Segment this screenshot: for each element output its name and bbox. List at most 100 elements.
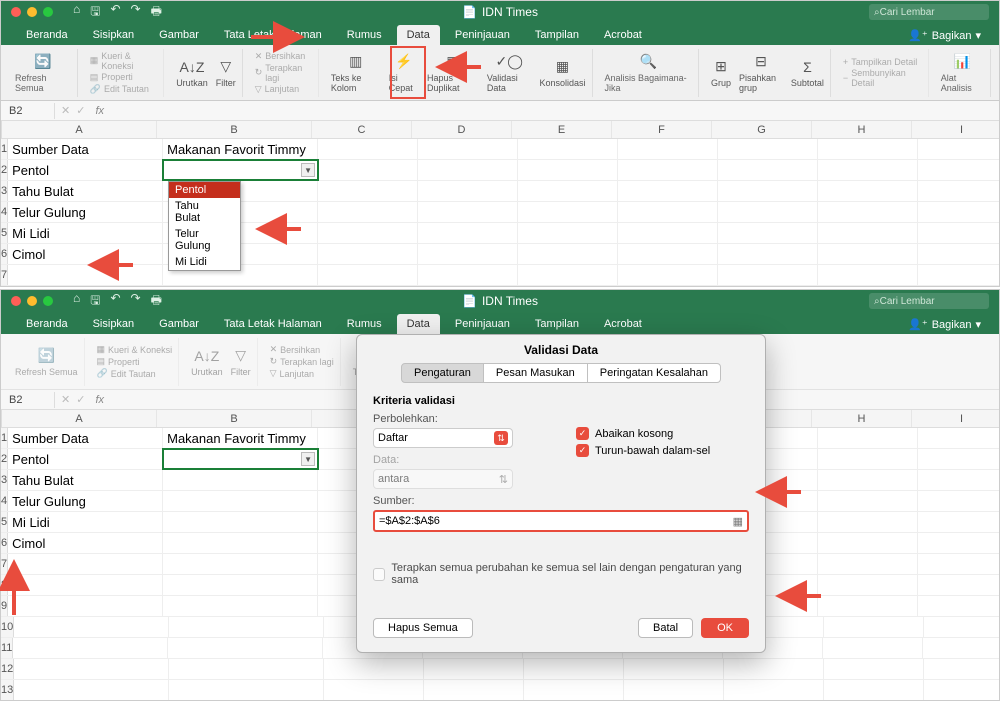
row-head[interactable]: 5 (1, 223, 8, 243)
ignore-blank-checkbox[interactable]: ✓Abaikan kosong (576, 427, 749, 440)
save-icon[interactable]: 🖫 (90, 291, 100, 312)
cell[interactable]: Mi Lidi (8, 512, 163, 532)
cell[interactable] (518, 244, 618, 264)
tab-sisipkan[interactable]: Sisipkan (83, 314, 145, 334)
cell[interactable] (8, 265, 163, 285)
col-d[interactable]: D (412, 121, 512, 138)
row-head[interactable]: 4 (1, 491, 8, 511)
window-controls[interactable] (1, 296, 53, 306)
cell[interactable]: Tahu Bulat (8, 470, 163, 490)
whatif-button[interactable]: 🔍Analisis Bagaimana-Jika (599, 49, 699, 97)
cell[interactable]: Sumber Data (8, 139, 163, 159)
tab-data[interactable]: Data (397, 25, 440, 45)
row-head[interactable]: 4 (1, 202, 8, 222)
cell[interactable] (518, 202, 618, 222)
cell[interactable] (818, 139, 918, 159)
cell[interactable] (718, 160, 818, 180)
row-head[interactable]: 2 (1, 160, 8, 180)
refresh-button[interactable]: 🔄Refresh Semua (9, 49, 78, 97)
row-head[interactable]: 11 (1, 638, 13, 658)
subtotal-button[interactable]: ΣSubtotal (791, 58, 824, 88)
tab-rumus[interactable]: Rumus (337, 314, 392, 334)
search-input[interactable]: ⌕ Cari Lembar (869, 293, 989, 309)
undo-icon[interactable]: ↶ (110, 291, 120, 312)
cell[interactable] (618, 202, 718, 222)
ungroup-button[interactable]: ⊟Pisahkan grup (739, 53, 783, 93)
tab-peringatan[interactable]: Peringatan Kesalahan (588, 363, 721, 383)
flash-fill-button[interactable]: ⚡Isi Cepat (389, 53, 419, 93)
dropdown-item[interactable]: Pentol (169, 182, 240, 198)
tab-rumus[interactable]: Rumus (337, 25, 392, 45)
col-e[interactable]: E (512, 121, 612, 138)
col-i[interactable]: I (912, 410, 999, 427)
cell[interactable] (518, 265, 618, 285)
cell[interactable] (618, 244, 718, 264)
cell[interactable] (318, 265, 418, 285)
cell[interactable]: Cimol (8, 533, 163, 553)
check-fx-icon[interactable]: ✓ (76, 393, 85, 406)
cell[interactable] (518, 139, 618, 159)
cell[interactable] (918, 244, 999, 264)
incell-dropdown-checkbox[interactable]: ✓Turun-bawah dalam-sel (576, 444, 749, 457)
search-input[interactable]: ⌕ Cari Lembar (869, 4, 989, 20)
cell[interactable] (718, 139, 818, 159)
row-head[interactable]: 3 (1, 181, 8, 201)
cell[interactable] (918, 160, 999, 180)
home-icon[interactable]: ⌂ (73, 2, 80, 23)
remove-duplicates-button[interactable]: ▦Hapus Duplikat (427, 53, 479, 93)
col-a[interactable]: A (2, 121, 157, 138)
filter-button[interactable]: ▽Filter (216, 58, 236, 88)
dropdown-item[interactable]: Telur Gulung (169, 226, 240, 254)
group-button[interactable]: ⊞Grup (711, 58, 731, 88)
close-icon[interactable] (11, 7, 21, 17)
row-head[interactable]: 8 (1, 575, 8, 595)
cell[interactable] (618, 181, 718, 201)
select-stepper-icon[interactable]: ⇅ (494, 431, 508, 445)
dropdown-arrow[interactable]: ▼ (301, 163, 315, 177)
clear-all-button[interactable]: Hapus Semua (373, 618, 473, 638)
col-f[interactable]: F (612, 121, 712, 138)
row-head[interactable]: 1 (1, 428, 8, 448)
cell[interactable] (318, 181, 418, 201)
cancel-fx-icon[interactable]: ✕ (61, 393, 70, 406)
dropdown-arrow[interactable]: ▼ (301, 452, 315, 466)
text-to-columns-button[interactable]: ▥Teks ke Kolom (331, 53, 381, 93)
dropdown-list[interactable]: Pentol Tahu Bulat Telur Gulung Mi Lidi (168, 181, 241, 271)
row-head[interactable]: 9 (1, 596, 8, 616)
tab-gambar[interactable]: Gambar (149, 314, 209, 334)
quick-access[interactable]: ⌂🖫↶↷🖶 (73, 291, 162, 312)
cell[interactable] (718, 223, 818, 243)
window-controls[interactable] (1, 7, 53, 17)
col-h[interactable]: H (812, 410, 912, 427)
cancel-button[interactable]: Batal (638, 618, 693, 638)
cell[interactable]: Mi Lidi (8, 223, 163, 243)
analysis-tools-button[interactable]: 📊Alat Analisis (935, 49, 991, 97)
row-head[interactable]: 7 (1, 554, 8, 574)
cell[interactable] (918, 139, 999, 159)
share-button[interactable]: 👤⁺Bagikan ▾ (900, 26, 989, 45)
apply-all-checkbox[interactable]: Terapkan semua perubahan ke semua sel la… (373, 562, 749, 586)
cell[interactable] (418, 265, 518, 285)
redo-icon[interactable]: ↷ (131, 291, 141, 312)
home-icon[interactable]: ⌂ (73, 291, 80, 312)
tab-pesan[interactable]: Pesan Masukan (484, 363, 588, 383)
cell[interactable] (718, 202, 818, 222)
cell[interactable] (718, 244, 818, 264)
cell[interactable] (418, 202, 518, 222)
row-head[interactable]: 1 (1, 139, 8, 159)
cell[interactable] (618, 223, 718, 243)
grid-top[interactable]: A B C D E F G H I J 1Sumber DataMakanan … (1, 121, 999, 286)
row-head[interactable]: 6 (1, 533, 8, 553)
col-i[interactable]: I (912, 121, 999, 138)
undo-icon[interactable]: ↶ (110, 2, 120, 23)
cell[interactable] (318, 139, 418, 159)
cell[interactable] (718, 265, 818, 285)
cell[interactable] (818, 244, 918, 264)
cell[interactable] (618, 139, 718, 159)
cell[interactable] (618, 160, 718, 180)
tab-acrobat[interactable]: Acrobat (594, 25, 652, 45)
source-input[interactable]: =$A$2:$A$6▦ (373, 510, 749, 532)
allow-select[interactable]: Daftar⇅ (373, 428, 513, 448)
check-fx-icon[interactable]: ✓ (76, 104, 85, 117)
cell[interactable]: Cimol (8, 244, 163, 264)
